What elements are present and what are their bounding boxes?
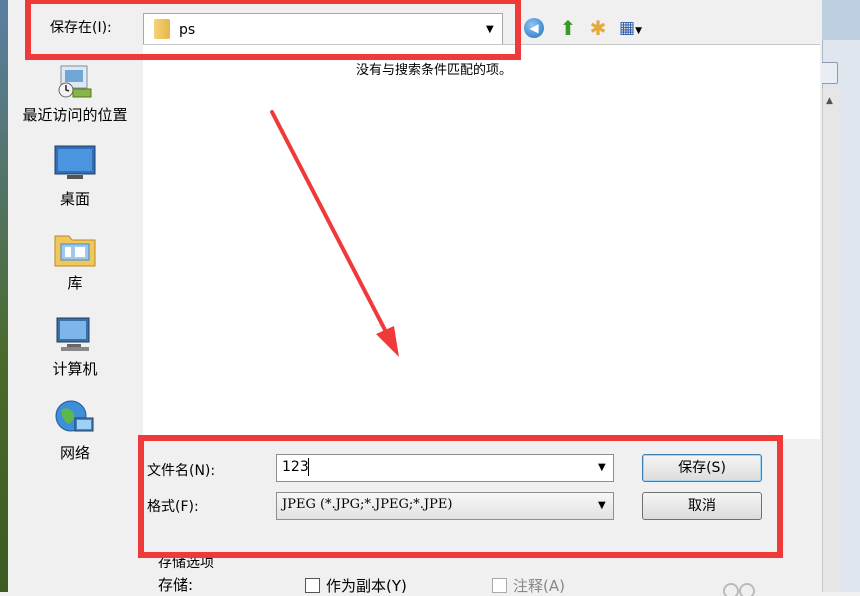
- network-icon: [53, 398, 97, 438]
- sidebar-item-label: 桌面: [59, 190, 90, 208]
- libraries-icon: [53, 228, 97, 268]
- notes-label[interactable]: 注释(A): [513, 575, 565, 596]
- sidebar-item-label: 库: [67, 274, 83, 292]
- sidebar-item-label: 网络: [59, 444, 90, 462]
- computer-icon: [53, 314, 97, 354]
- view-menu-icon[interactable]: ▦▼: [619, 16, 653, 40]
- notes-checkbox[interactable]: [492, 578, 507, 593]
- sidebar-item-recent[interactable]: 最近访问的位置: [8, 60, 142, 125]
- desktop-icon: [53, 144, 97, 184]
- background-scrollbar: [822, 88, 839, 592]
- sidebar-item-label: 计算机: [52, 360, 98, 378]
- background-window-titlebar: [822, 0, 860, 40]
- places-sidebar: 最近访问的位置 桌面 库 计算机 网络: [8, 44, 142, 592]
- as-copy-checkbox[interactable]: [305, 578, 320, 593]
- file-list[interactable]: [143, 44, 820, 439]
- background-window-edge: [0, 0, 8, 592]
- recent-places-icon: [53, 60, 97, 100]
- back-icon[interactable]: ◀: [524, 18, 544, 38]
- sidebar-item-label: 最近访问的位置: [22, 106, 128, 124]
- new-folder-icon[interactable]: ✱: [586, 16, 610, 40]
- scroll-up-arrow-icon: ▲: [826, 96, 833, 106]
- annotation-box-save-location: [25, 0, 521, 60]
- empty-results-message: 没有与搜索条件匹配的项。: [356, 63, 513, 78]
- up-folder-icon[interactable]: ⬆: [556, 16, 580, 40]
- sidebar-item-libraries[interactable]: 库: [8, 228, 142, 293]
- sidebar-item-computer[interactable]: 计算机: [8, 314, 142, 379]
- sidebar-item-network[interactable]: 网络: [8, 398, 142, 463]
- options-decoration-icon: [723, 583, 755, 596]
- annotation-box-filename-format: [138, 435, 783, 558]
- sidebar-item-desktop[interactable]: 桌面: [8, 144, 142, 209]
- as-copy-label[interactable]: 作为副本(Y): [326, 575, 407, 596]
